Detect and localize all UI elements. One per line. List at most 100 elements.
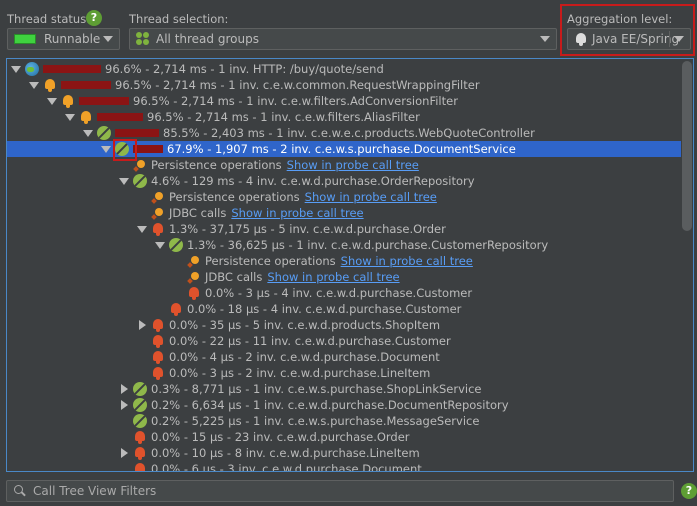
- chevron-down-icon[interactable]: [119, 176, 129, 186]
- tree-row-label: 0.0% - 22 µs - 11 inv. c.e.w.d.purchase.…: [169, 334, 451, 348]
- tree-row[interactable]: 85.5% - 2,403 ms - 1 inv. c.e.w.e.c.prod…: [7, 125, 681, 141]
- tree-row[interactable]: 1.3% - 37,175 µs - 5 inv. c.e.w.d.purcha…: [7, 221, 681, 237]
- tree-row-label: 96.5% - 2,714 ms - 1 inv. c.e.w.common.R…: [115, 78, 480, 92]
- tree-row[interactable]: 0.2% - 5,225 µs - 1 inv. c.e.w.s.purchas…: [7, 413, 681, 429]
- show-in-probe-link[interactable]: Show in probe call tree: [267, 270, 399, 284]
- help-icon[interactable]: ?: [681, 483, 697, 499]
- tree-row-label: 0.2% - 5,225 µs - 1 inv. c.e.w.s.purchas…: [151, 414, 480, 428]
- help-icon[interactable]: ?: [86, 10, 102, 26]
- show-in-probe-link[interactable]: Show in probe call tree: [341, 254, 473, 268]
- spring-bean-icon: [169, 238, 183, 252]
- tree-row[interactable]: 96.5% - 2,714 ms - 1 inv. c.e.w.filters.…: [7, 93, 681, 109]
- spring-bean-icon: [97, 126, 111, 140]
- chevron-down-icon[interactable]: [137, 224, 147, 234]
- chevron-right-icon[interactable]: [119, 384, 129, 394]
- globe-icon: [25, 62, 39, 76]
- tree-row[interactable]: 0.0% - 22 µs - 11 inv. c.e.w.d.purchase.…: [7, 333, 681, 349]
- tree-row[interactable]: 0.3% - 8,771 µs - 1 inv. c.e.w.s.purchas…: [7, 381, 681, 397]
- time-bar: [43, 65, 101, 73]
- tree-row[interactable]: 1.3% - 36,625 µs - 1 inv. c.e.w.d.purcha…: [7, 237, 681, 253]
- tree-row-label: 0.0% - 10 µs - 8 inv. c.e.w.d.purchase.L…: [151, 446, 420, 460]
- tree-row[interactable]: JDBC calls Show in probe call tree: [7, 269, 681, 285]
- chevron-down-icon[interactable]: [11, 64, 21, 74]
- call-tree[interactable]: 96.6% - 2,714 ms - 1 inv. HTTP: /buy/quo…: [6, 58, 694, 472]
- chevron-down-icon[interactable]: [155, 240, 165, 250]
- aggregation-level-value: Java EE/Spring: [592, 32, 680, 46]
- tree-row-label: 0.0% - 15 µs - 23 inv. c.e.w.d.purchase.…: [151, 430, 410, 444]
- probe-icon: [187, 270, 201, 284]
- tree-row-label: 0.0% - 4 µs - 2 inv. c.e.w.d.purchase.Do…: [169, 350, 440, 364]
- tree-row[interactable]: 0.0% - 4 µs - 2 inv. c.e.w.d.purchase.Do…: [7, 349, 681, 365]
- tree-row[interactable]: 0.0% - 15 µs - 23 inv. c.e.w.d.purchase.…: [7, 429, 681, 445]
- chevron-down-icon[interactable]: [101, 144, 111, 154]
- tree-row-label: Persistence operations: [205, 254, 336, 268]
- aggregation-icon: [574, 32, 588, 46]
- tree-row[interactable]: Persistence operations Show in probe call…: [7, 157, 681, 173]
- tree-row-label: 1.3% - 37,175 µs - 5 inv. c.e.w.d.purcha…: [169, 222, 446, 236]
- spring-bean-icon: [133, 398, 147, 412]
- tree-row[interactable]: 96.5% - 2,714 ms - 1 inv. c.e.w.filters.…: [7, 109, 681, 125]
- chevron-down-icon[interactable]: [29, 80, 39, 90]
- entity-icon: [151, 366, 165, 380]
- tree-row[interactable]: Persistence operations Show in probe call…: [7, 189, 681, 205]
- tree-row[interactable]: 0.0% - 10 µs - 8 inv. c.e.w.d.purchase.L…: [7, 445, 681, 461]
- chevron-down-icon[interactable]: [65, 112, 75, 122]
- tree-row[interactable]: 0.0% - 35 µs - 5 inv. c.e.w.d.products.S…: [7, 317, 681, 333]
- chevron-down-icon: [674, 36, 684, 42]
- chevron-right-icon[interactable]: [119, 448, 129, 458]
- chevron-right-icon[interactable]: [137, 320, 147, 330]
- vertical-scrollbar[interactable]: [682, 61, 692, 231]
- tree-row-label: 0.0% - 3 µs - 2 inv. c.e.w.d.purchase.Li…: [169, 366, 431, 380]
- entity-icon: [133, 462, 147, 471]
- show-in-probe-link[interactable]: Show in probe call tree: [231, 206, 363, 220]
- tree-row[interactable]: 96.5% - 2,714 ms - 1 inv. c.e.w.common.R…: [7, 77, 681, 93]
- tree-row[interactable]: 67.9% - 1,907 ms - 2 inv. c.e.w.s.purcha…: [7, 141, 681, 157]
- show-in-probe-link[interactable]: Show in probe call tree: [287, 158, 419, 172]
- tree-row-label: Persistence operations: [151, 158, 282, 172]
- tree-row[interactable]: 0.0% - 18 µs - 4 inv. c.e.w.d.purchase.C…: [7, 301, 681, 317]
- chevron-down-icon[interactable]: [83, 128, 93, 138]
- tree-row[interactable]: 0.2% - 6,634 µs - 1 inv. c.e.w.d.purchas…: [7, 397, 681, 413]
- tree-row[interactable]: 0.0% - 3 µs - 4 inv. c.e.w.d.purchase.Cu…: [7, 285, 681, 301]
- show-in-probe-link[interactable]: Show in probe call tree: [305, 190, 437, 204]
- filter-input[interactable]: [31, 483, 631, 499]
- tree-row-label: 85.5% - 2,403 ms - 1 inv. c.e.w.e.c.prod…: [163, 126, 535, 140]
- entity-icon: [169, 302, 183, 316]
- call-tree-filter-bar[interactable]: [6, 480, 674, 502]
- tree-row[interactable]: 96.6% - 2,714 ms - 1 inv. HTTP: /buy/quo…: [7, 61, 681, 77]
- aggregation-level-combo[interactable]: Java EE/Spring: [567, 28, 691, 50]
- thread-selection-combo[interactable]: All thread groups: [129, 28, 557, 50]
- chevron-down-icon[interactable]: [47, 96, 57, 106]
- runnable-state-icon: [14, 34, 36, 44]
- combo-separator: [669, 31, 670, 47]
- tree-row[interactable]: 0.0% - 3 µs - 2 inv. c.e.w.d.purchase.Li…: [7, 365, 681, 381]
- entity-icon: [151, 350, 165, 364]
- time-bar: [97, 113, 143, 121]
- entity-icon: [187, 286, 201, 300]
- tree-row-label: 0.2% - 6,634 µs - 1 inv. c.e.w.d.purchas…: [151, 398, 509, 412]
- tree-row[interactable]: 0.0% - 6 µs - 3 inv. c.e.w.d.purchase.Do…: [7, 461, 681, 471]
- thread-status-value: Runnable: [44, 32, 101, 46]
- thread-status-combo[interactable]: Runnable: [7, 28, 120, 50]
- tree-row[interactable]: 4.6% - 129 ms - 4 inv. c.e.w.d.purchase.…: [7, 173, 681, 189]
- aggregation-level-label: Aggregation level:: [567, 12, 673, 26]
- search-icon: [13, 484, 27, 498]
- thread-groups-icon: [136, 32, 150, 46]
- tree-row[interactable]: Persistence operations Show in probe call…: [7, 253, 681, 269]
- tree-row-label: JDBC calls: [169, 206, 227, 220]
- filter-bell-icon: [79, 110, 93, 124]
- tree-row-label: 67.9% - 1,907 ms - 2 inv. c.e.w.s.purcha…: [167, 142, 516, 156]
- thread-status-label: Thread status:: [7, 12, 91, 26]
- probe-icon: [151, 190, 165, 204]
- tree-row-label: 0.3% - 8,771 µs - 1 inv. c.e.w.s.purchas…: [151, 382, 482, 396]
- chevron-right-icon[interactable]: [119, 400, 129, 410]
- tree-row[interactable]: JDBC calls Show in probe call tree: [7, 205, 681, 221]
